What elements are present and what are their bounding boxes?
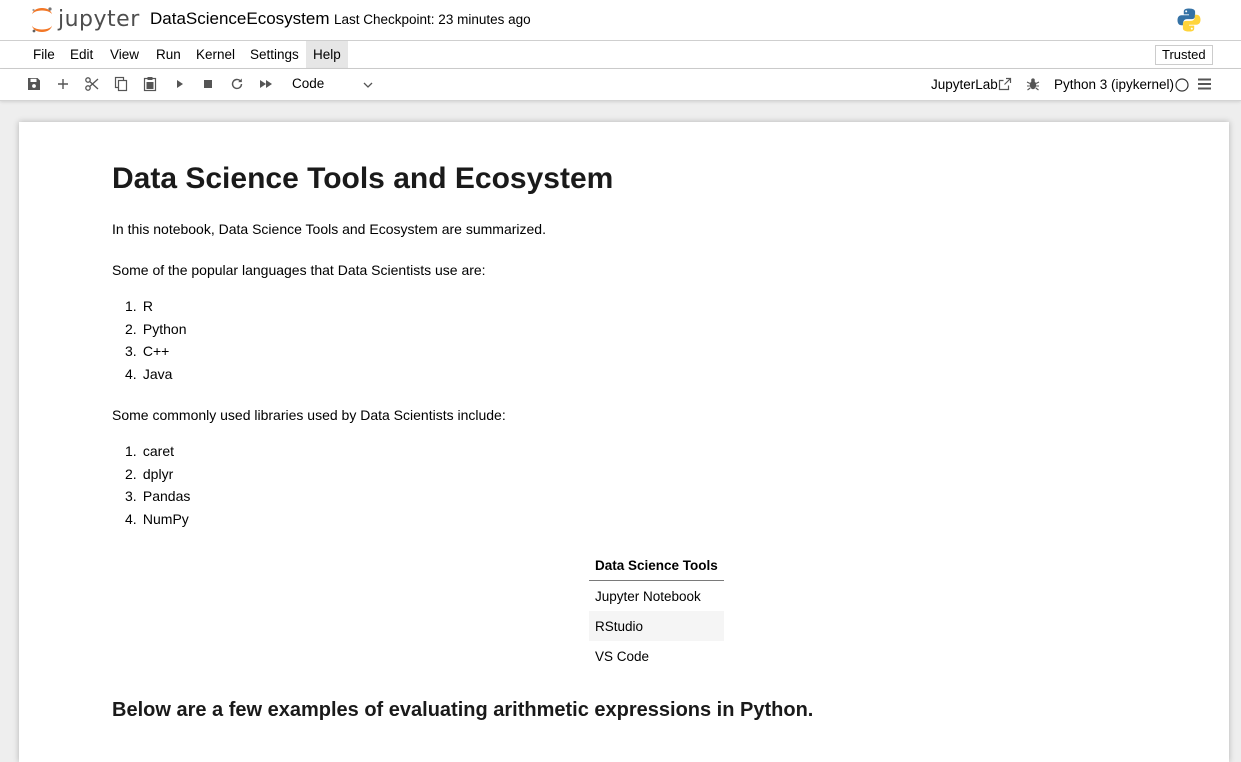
cell-type-select[interactable]: Code <box>292 76 382 94</box>
run-cell-button[interactable] <box>172 76 188 92</box>
clipboard-icon <box>143 77 157 92</box>
table-header: Data Science Tools <box>589 550 724 581</box>
table-cell: VS Code <box>595 648 650 664</box>
jupyter-logo-text: jupyter <box>58 7 140 32</box>
arithmetic-heading: Below are a few examples of evaluating a… <box>112 699 814 721</box>
menu-edit[interactable]: Edit <box>63 41 100 68</box>
notebook-title[interactable]: DataScienceEcosystem <box>150 9 330 29</box>
libraries-intro: Some commonly used libraries used by Dat… <box>112 407 506 423</box>
notebook-panel: Data Science Tools and Ecosystem In this… <box>19 122 1229 762</box>
table-row: Jupyter Notebook <box>589 581 724 612</box>
stop-icon <box>204 80 212 88</box>
notebook-toolbar: Code JupyterLab Python 3 (ipykernel) <box>0 69 1241 101</box>
add-cell-button[interactable] <box>55 76 71 92</box>
cell-type-value: Code <box>292 76 325 91</box>
refresh-icon <box>231 78 243 90</box>
jupyterlab-link[interactable]: JupyterLab <box>931 77 998 92</box>
list-item: 2. Python <box>125 320 187 337</box>
scissors-icon <box>85 77 99 91</box>
plus-icon <box>58 79 68 89</box>
copy-button[interactable] <box>113 76 129 92</box>
list-item: 2. dplyr <box>125 465 174 482</box>
list-item: 1. caret <box>125 443 175 459</box>
menu-run[interactable]: Run <box>149 41 188 68</box>
restart-run-all-button[interactable] <box>258 76 274 92</box>
table-header-row: Data Science Tools <box>589 550 724 581</box>
copy-icon <box>114 76 128 92</box>
menu-file[interactable]: File <box>26 41 62 68</box>
trusted-badge[interactable]: Trusted <box>1155 45 1213 65</box>
notebook-heading: Data Science Tools and Ecosystem <box>112 162 614 195</box>
languages-list: 1. R 2. Python 3. C++ 4. Java <box>112 296 186 386</box>
paste-button[interactable] <box>142 76 158 92</box>
top-header: jupyter DataScienceEcosystem Last Checkp… <box>0 0 1241 41</box>
table-cell: RStudio <box>589 611 724 641</box>
menu-view[interactable]: View <box>103 41 146 68</box>
save-button[interactable] <box>26 76 42 92</box>
last-checkpoint-status: Last Checkpoint: 23 minutes ago <box>334 12 531 27</box>
restart-kernel-button[interactable] <box>229 76 245 92</box>
hamburger-menu-icon[interactable] <box>1198 78 1212 90</box>
table-row: RStudio <box>589 611 724 641</box>
menu-kernel[interactable]: Kernel <box>189 41 242 68</box>
chevron-down-icon <box>363 82 373 88</box>
menu-bar: File Edit View Run Kernel Settings Help … <box>0 41 1241 69</box>
list-item: 1. R <box>125 298 154 314</box>
list-item: 4. NumPy <box>125 510 189 527</box>
cut-button[interactable] <box>84 76 100 92</box>
save-icon <box>28 78 40 90</box>
jupyter-logo[interactable]: jupyter <box>30 4 140 36</box>
fast-forward-icon <box>260 80 272 88</box>
kernel-name[interactable]: Python 3 (ipykernel) <box>1054 77 1174 92</box>
menu-help[interactable]: Help <box>306 41 348 68</box>
external-link-icon[interactable] <box>998 77 1012 91</box>
play-icon <box>177 80 183 88</box>
interrupt-kernel-button[interactable] <box>200 76 216 92</box>
jupyter-logo-icon <box>32 7 52 33</box>
debugger-bug-icon[interactable] <box>1026 77 1040 91</box>
intro-paragraph: In this notebook, Data Science Tools and… <box>112 221 546 237</box>
libraries-list: 1. caret 2. dplyr 3. Pandas 4. NumPy <box>112 441 190 531</box>
python-logo-icon <box>1177 8 1201 32</box>
data-science-tools-table: Data Science Tools Jupyter Notebook RStu… <box>589 550 724 671</box>
table-row: VS Code <box>589 641 724 671</box>
table-cell: Jupyter Notebook <box>595 588 701 604</box>
languages-intro: Some of the popular languages that Data … <box>112 262 486 278</box>
list-item: 4. Java <box>125 365 173 382</box>
menu-settings[interactable]: Settings <box>243 41 306 68</box>
kernel-idle-circle-icon <box>1175 78 1189 92</box>
list-item: 3. C++ <box>125 343 170 359</box>
list-item: 3. Pandas <box>125 488 191 504</box>
